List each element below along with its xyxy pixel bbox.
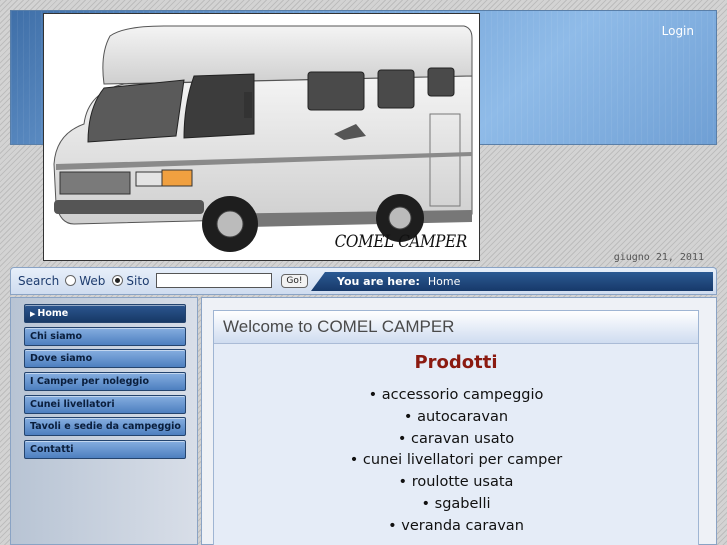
nav-item-label: Home — [37, 308, 69, 319]
date-label: giugno 21, 2011 — [613, 252, 704, 263]
product-list: accessorio campeggio autocaravan caravan… — [214, 385, 698, 538]
breadcrumb-label: You are here: — [337, 275, 420, 288]
search-form: Search Web Sito Go! — [18, 273, 308, 288]
login-link[interactable]: Login — [662, 24, 694, 38]
arrow-right-icon: ▶ — [30, 309, 36, 318]
product-item[interactable]: roulotte usata — [214, 472, 698, 494]
nav-item-label: Dove siamo — [30, 353, 93, 365]
product-item[interactable]: caravan usato — [214, 429, 698, 451]
search-input[interactable] — [156, 273, 273, 288]
product-item[interactable]: veranda caravan — [214, 516, 698, 538]
hero-image: COMEL CAMPER — [43, 13, 480, 261]
nav-item-label: Contatti — [30, 444, 74, 456]
toolbar: Search Web Sito Go! You are here: Home — [10, 267, 717, 295]
search-label: Search — [18, 273, 60, 288]
hero-caption: COMEL CAMPER — [334, 232, 468, 252]
radio-site[interactable] — [112, 275, 124, 286]
content-panel: Welcome to COMEL CAMPER Prodotti accesso… — [213, 310, 699, 545]
radio-web-label: Web — [79, 273, 106, 288]
section-title: Prodotti — [414, 352, 498, 373]
breadcrumb-current[interactable]: Home — [428, 275, 460, 288]
product-item[interactable]: cunei livellatori per camper — [214, 450, 698, 472]
product-item[interactable]: sgabelli — [214, 494, 698, 516]
radio-site-label: Sito — [126, 273, 150, 288]
nav-item-dove-siamo[interactable]: Dove siamo — [24, 349, 186, 369]
product-item[interactable]: accessorio campeggio — [214, 385, 698, 407]
product-item[interactable]: autocaravan — [214, 407, 698, 429]
nav-item-label: Cunei livellatori — [30, 398, 115, 410]
breadcrumb: You are here: Home — [311, 272, 713, 291]
nav-item-label: Tavoli e sedie da campeggio — [30, 421, 181, 433]
nav-item-tavoli-sedie[interactable]: Tavoli e sedie da campeggio — [24, 417, 186, 437]
nav-item-home[interactable]: ▶ Home — [24, 304, 186, 323]
main-content: Welcome to COMEL CAMPER Prodotti accesso… — [201, 297, 717, 545]
sidebar: ▶ Home Chi siamo Dove siamo I Camper per… — [10, 297, 198, 545]
page-title: Welcome to COMEL CAMPER — [214, 311, 698, 344]
nav-item-label: I Camper per noleggio — [30, 376, 149, 388]
go-button[interactable]: Go! — [281, 273, 308, 288]
radio-web[interactable] — [65, 275, 77, 286]
nav-item-cunei-livellatori[interactable]: Cunei livellatori — [24, 394, 186, 414]
camper-van-illustration — [53, 25, 473, 252]
nav-item-label: Chi siamo — [30, 330, 83, 342]
nav-item-contatti[interactable]: Contatti — [24, 440, 186, 460]
nav-item-camper-noleggio[interactable]: I Camper per noleggio — [24, 372, 186, 392]
main-nav: ▶ Home Chi siamo Dove siamo I Camper per… — [24, 304, 186, 463]
nav-item-chi-siamo[interactable]: Chi siamo — [24, 326, 186, 346]
